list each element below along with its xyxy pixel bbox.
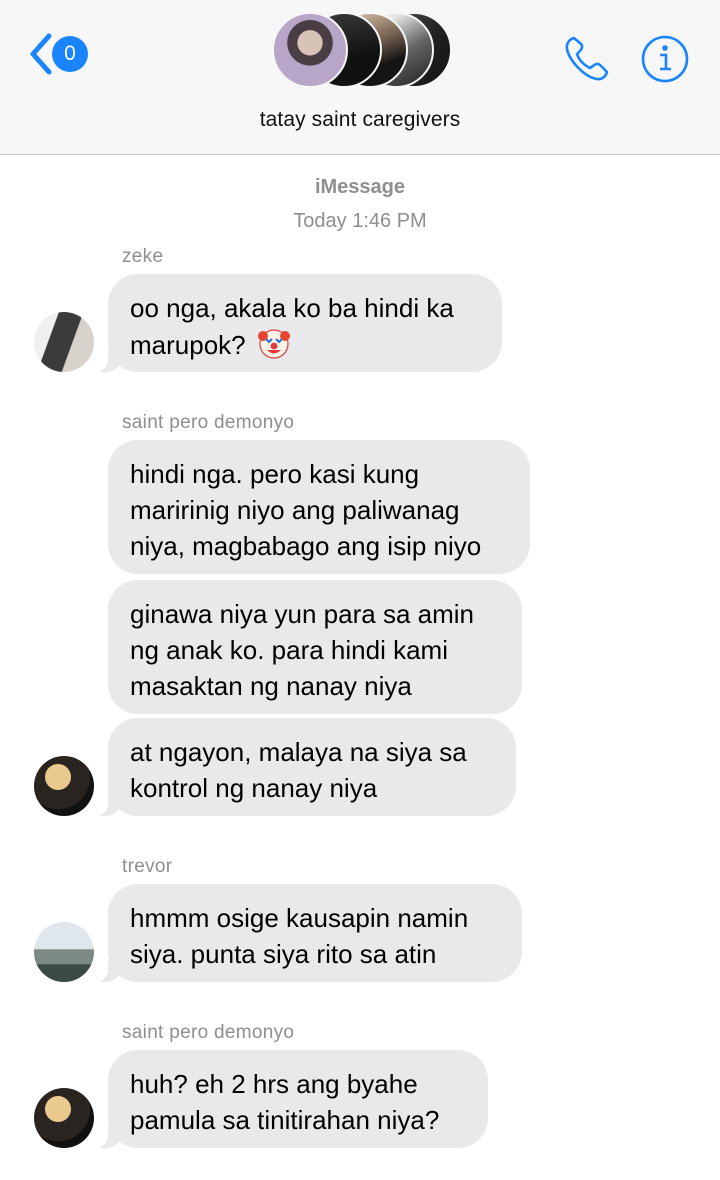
message-text: huh? eh 2 hrs ang byahe pamula sa tiniti… — [130, 1069, 440, 1135]
message-bubble[interactable]: hmmm osige kausapin namin siya. punta si… — [90, 884, 522, 982]
message-bubble[interactable]: at ngayon, malaya na siya sa kontrol ng … — [90, 718, 516, 816]
sender-name: saint pero demonyo — [122, 1022, 295, 1043]
chevron-left-icon — [30, 33, 52, 75]
message-text: ginawa niya yun para sa amin ng anak ko.… — [130, 599, 474, 701]
avatar[interactable] — [34, 1088, 94, 1148]
info-button[interactable] — [640, 34, 690, 84]
message-bubble[interactable]: hindi nga. pero kasi kung maririnig niyo… — [108, 440, 530, 574]
message-text: oo nga, akala ko ba hindi ka marupok? — [130, 293, 454, 360]
avatar[interactable] — [34, 756, 94, 816]
message-timestamp: Today 1:46 PM — [293, 210, 427, 232]
message-text: hmmm osige kausapin namin siya. punta si… — [130, 903, 469, 969]
info-icon — [641, 35, 689, 83]
unread-count-badge: 0 — [52, 36, 88, 72]
avatar[interactable] — [34, 922, 94, 982]
group-member-avatar — [272, 12, 348, 88]
sender-name: trevor — [122, 856, 173, 877]
avatar[interactable] — [34, 312, 94, 372]
message-bubble[interactable]: huh? eh 2 hrs ang byahe pamula sa tiniti… — [90, 1050, 488, 1148]
message-text: hindi nga. pero kasi kung maririnig niyo… — [130, 459, 482, 561]
sender-name: saint pero demonyo — [122, 412, 295, 433]
sender-name: zeke — [122, 246, 164, 267]
service-label: iMessage — [314, 176, 406, 198]
clown-face-icon — [257, 329, 290, 359]
phone-icon — [565, 36, 609, 81]
message-bubble[interactable]: oo nga, akala ko ba hindi ka marupok? — [90, 274, 502, 372]
group-name[interactable]: tatay saint caregivers — [0, 108, 720, 132]
conversation-header: 0 tatay saint caregivers — [0, 0, 720, 155]
message-text: at ngayon, malaya na siya sa kontrol ng … — [130, 737, 467, 803]
call-button[interactable] — [560, 32, 614, 86]
back-button[interactable]: 0 — [28, 32, 92, 76]
message-bubble[interactable]: ginawa niya yun para sa amin ng anak ko.… — [108, 580, 522, 714]
group-avatar-stack[interactable] — [272, 12, 452, 92]
